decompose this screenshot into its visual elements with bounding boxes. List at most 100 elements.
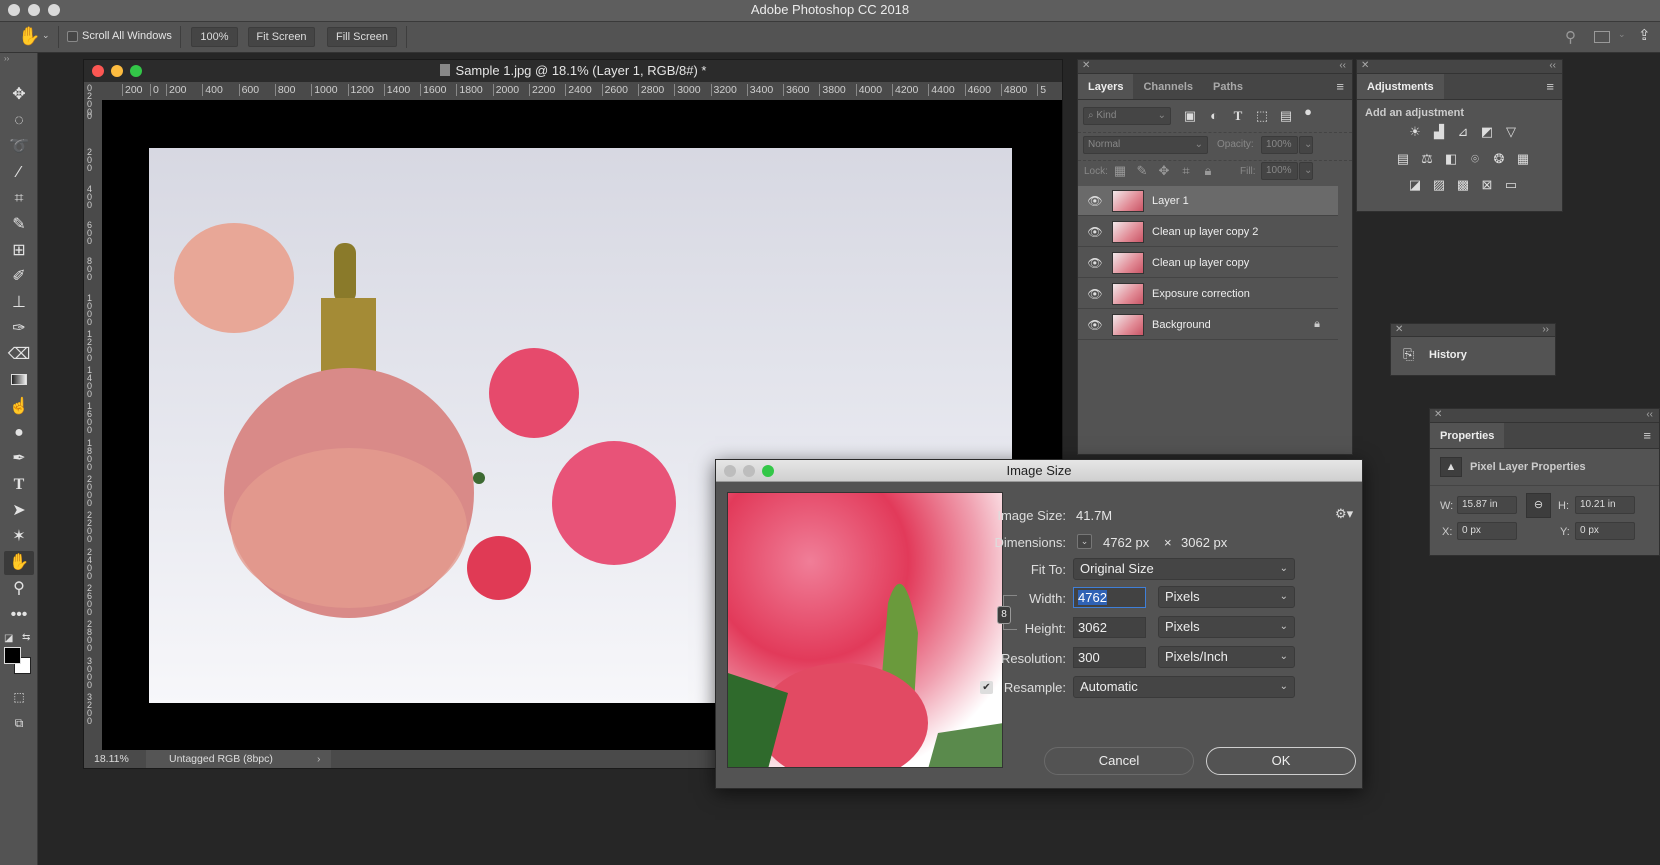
fill-input[interactable]: 100%	[1261, 162, 1298, 180]
levels-icon[interactable]: ▟	[1431, 125, 1447, 139]
ok-button[interactable]: OK	[1206, 747, 1356, 775]
visibility-eye-icon[interactable]: 👁︎	[1078, 225, 1112, 239]
visibility-eye-icon[interactable]: 👁︎	[1078, 318, 1112, 332]
height-input[interactable]: 3062	[1073, 617, 1146, 638]
workspace-icon[interactable]	[1594, 31, 1610, 43]
visibility-eye-icon[interactable]: 👁︎	[1078, 256, 1112, 270]
close-panel-icon[interactable]: ✕	[1434, 409, 1442, 420]
tab-properties[interactable]: Properties	[1430, 423, 1505, 448]
resolution-input[interactable]: 300	[1073, 647, 1146, 668]
vibrance-icon[interactable]: ▽	[1503, 125, 1519, 139]
invert-icon[interactable]: ◪	[1407, 178, 1423, 192]
magic-wand-tool-icon[interactable]: ⁄	[4, 161, 34, 185]
fit-to-select[interactable]: Original Size ⌄	[1073, 558, 1295, 580]
default-colors-icon[interactable]: ◪	[4, 633, 13, 644]
gradient-tool-icon[interactable]	[4, 369, 34, 393]
hand-tool-icon[interactable]: ✋	[4, 551, 34, 575]
tool-preset-chevron-icon[interactable]: ⌄	[42, 30, 50, 41]
history-panel-title[interactable]: History	[1429, 349, 1467, 361]
move-tool-icon[interactable]: ✥	[4, 83, 34, 107]
layer-row[interactable]: 👁︎ Exposure correction	[1078, 279, 1338, 309]
crop-tool-icon[interactable]: ⌗	[4, 187, 34, 211]
dialog-titlebar[interactable]: Image Size	[716, 460, 1362, 482]
path-selection-tool-icon[interactable]: ➤	[4, 499, 34, 523]
lock-all-icon[interactable]: 🔒︎	[1200, 164, 1216, 178]
eraser-tool-icon[interactable]: ⌫	[4, 343, 34, 367]
posterize-icon[interactable]: ▨	[1431, 178, 1447, 192]
channel-mixer-icon[interactable]: ❂	[1491, 152, 1507, 166]
zoom-100-button[interactable]: 100%	[191, 27, 238, 47]
expand-panel-icon[interactable]: ››	[1542, 324, 1549, 335]
tab-adjustments[interactable]: Adjustments	[1357, 74, 1444, 99]
layer-row[interactable]: 👁︎ Clean up layer copy	[1078, 248, 1338, 278]
eyedropper-tool-icon[interactable]: ✎	[4, 213, 34, 237]
visibility-eye-icon[interactable]: 👁︎	[1078, 287, 1112, 301]
filter-smart-object-icon[interactable]: ▤	[1278, 109, 1294, 123]
custom-shape-tool-icon[interactable]: ✶	[4, 525, 34, 549]
resample-select[interactable]: Automatic ⌄	[1073, 676, 1295, 698]
lasso-tool-icon[interactable]: ➰	[4, 135, 34, 159]
fit-screen-button[interactable]: Fit Screen	[248, 27, 315, 47]
filter-toggle-icon[interactable]: ●	[1300, 105, 1316, 119]
tab-layers[interactable]: Layers	[1078, 74, 1134, 99]
doc-close-button[interactable]	[92, 65, 104, 77]
close-panel-icon[interactable]: ✕	[1361, 60, 1369, 71]
collapse-toolbar-icon[interactable]: ››	[4, 54, 9, 63]
dialog-zoom-button[interactable]	[762, 465, 774, 477]
resolution-unit-select[interactable]: Pixels/Inch ⌄	[1158, 646, 1295, 668]
panel-menu-icon[interactable]: ≡	[1546, 74, 1554, 100]
more-tools-icon[interactable]: •••	[4, 603, 34, 627]
collapse-panel-icon[interactable]: ‹‹	[1339, 60, 1346, 71]
visibility-eye-icon[interactable]: 👁︎	[1078, 194, 1112, 208]
settings-gear-icon[interactable]: ⚙▾	[1335, 506, 1353, 522]
tab-channels[interactable]: Channels	[1133, 74, 1203, 99]
zoom-tool-icon[interactable]: ⚲	[4, 577, 34, 601]
swap-colors-icon[interactable]: ⇆	[22, 632, 30, 643]
frame-tool-icon[interactable]: ⊞	[4, 239, 34, 263]
status-bar-expand-icon[interactable]: ›	[317, 750, 321, 768]
selective-color-icon[interactable]: ⊠	[1479, 178, 1495, 192]
color-lookup-icon[interactable]: ▦	[1515, 152, 1531, 166]
foreground-color-swatch[interactable]	[4, 647, 21, 664]
panel-menu-icon[interactable]: ≡	[1336, 74, 1344, 100]
filter-shape-icon[interactable]: ⬚	[1254, 109, 1270, 123]
scroll-all-windows-checkbox[interactable]	[67, 31, 78, 42]
doc-zoom-button[interactable]	[130, 65, 142, 77]
minimize-window-button[interactable]	[28, 4, 40, 16]
cancel-button[interactable]: Cancel	[1044, 747, 1194, 775]
layer-row[interactable]: 👁︎ Layer 1	[1078, 186, 1338, 216]
lock-image-icon[interactable]: ✎	[1134, 164, 1150, 178]
threshold-icon[interactable]: ▩	[1455, 178, 1471, 192]
brightness-contrast-icon[interactable]: ☀	[1407, 125, 1423, 139]
fill-screen-button[interactable]: Fill Screen	[327, 27, 397, 47]
x-input[interactable]: 0 px	[1457, 522, 1517, 540]
dimensions-unit-dropdown[interactable]: ⌄	[1077, 534, 1092, 549]
history-brush-tool-icon[interactable]: ✑	[4, 317, 34, 341]
share-icon[interactable]: ⇪	[1638, 26, 1651, 44]
filter-kind-select[interactable]: ⌕ Kind ⌄	[1083, 107, 1171, 125]
tab-paths[interactable]: Paths	[1203, 74, 1253, 99]
close-window-button[interactable]	[8, 4, 20, 16]
pen-tool-icon[interactable]: ✒	[4, 447, 34, 471]
filter-pixel-icon[interactable]: ▣	[1182, 109, 1198, 123]
hand-icon[interactable]: ✋	[18, 26, 40, 47]
vertical-ruler[interactable]: 0 200 0 200 400 600 800 1000 1200 1400 1600 1800 200…	[84, 82, 102, 750]
hue-saturation-icon[interactable]: ▤	[1395, 152, 1411, 166]
smudge-tool-icon[interactable]: ☝	[4, 395, 34, 419]
clone-stamp-tool-icon[interactable]: ⊥	[4, 291, 34, 315]
width-unit-select[interactable]: Pixels ⌄	[1158, 586, 1295, 608]
link-dimensions-icon[interactable]: ⊖	[1526, 493, 1551, 518]
panel-menu-icon[interactable]: ≡	[1643, 423, 1651, 449]
black-white-icon[interactable]: ◧	[1443, 152, 1459, 166]
screen-mode-icon[interactable]: ⧉	[4, 711, 34, 735]
fill-dropdown[interactable]: ⌄	[1299, 162, 1313, 180]
filter-type-icon[interactable]: T	[1230, 109, 1246, 123]
exposure-icon[interactable]: ◩	[1479, 125, 1495, 139]
blend-mode-select[interactable]: Normal ⌄	[1083, 136, 1208, 154]
lock-transparent-icon[interactable]: ▦	[1112, 164, 1128, 178]
close-panel-icon[interactable]: ✕	[1082, 60, 1090, 71]
photo-filter-icon[interactable]: ⌾	[1467, 152, 1483, 166]
layer-row[interactable]: 👁︎ Clean up layer copy 2	[1078, 217, 1338, 247]
zoom-window-button[interactable]	[48, 4, 60, 16]
opacity-input[interactable]: 100%	[1261, 136, 1298, 154]
